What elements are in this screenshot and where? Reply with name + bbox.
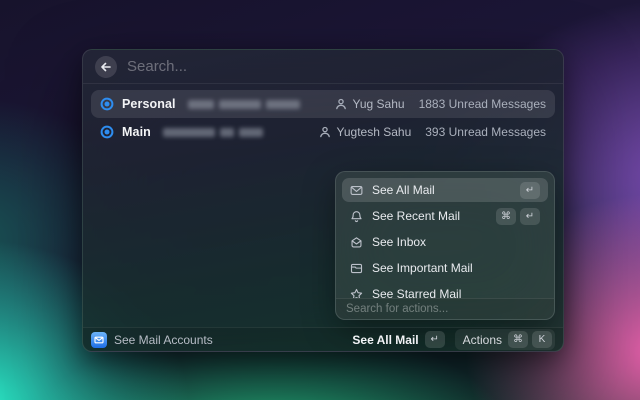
star-icon	[350, 288, 363, 299]
redacted-email	[163, 128, 263, 137]
command-key-badge: ⌘	[496, 208, 516, 225]
bell-icon	[350, 210, 363, 223]
status-bar: See Mail Accounts See All Mail ↵ Actions…	[83, 327, 563, 351]
primary-action-button[interactable]: See All Mail	[352, 333, 418, 347]
account-owner: Yug Sahu	[353, 97, 405, 111]
redacted-email	[188, 100, 300, 109]
action-see-recent-mail[interactable]: See Recent Mail ⌘ ↵	[342, 204, 548, 228]
return-key-badge: ↵	[520, 208, 540, 225]
account-dot-icon	[100, 125, 114, 139]
see-mail-accounts-label: See Mail Accounts	[114, 333, 213, 347]
person-icon	[335, 98, 347, 110]
actions-menu: See All Mail ↵ See Recent Mail ⌘ ↵	[335, 171, 555, 320]
action-label: See Recent Mail	[372, 209, 460, 223]
inbox-icon	[350, 236, 363, 249]
account-row-main[interactable]: Main Yugtesh Sahu 393 Unread Messages	[91, 118, 555, 146]
search-bar	[83, 50, 563, 83]
account-name: Main	[122, 125, 151, 139]
action-see-all-mail[interactable]: See All Mail ↵	[342, 178, 548, 202]
action-label: See Starred Mail	[372, 287, 461, 298]
k-key-badge: K	[532, 331, 552, 348]
account-dot-icon	[100, 97, 114, 111]
action-see-starred-mail[interactable]: See Starred Mail	[342, 282, 548, 298]
actions-button[interactable]: Actions ⌘ K	[455, 329, 555, 350]
action-see-important-mail[interactable]: See Important Mail	[342, 256, 548, 280]
account-meta: Yug Sahu 1883 Unread Messages	[335, 97, 546, 111]
action-label: See All Mail	[372, 183, 435, 197]
arrow-left-icon	[100, 61, 112, 73]
launcher-window: Personal Yug Sahu 1883 Unread Messages M…	[82, 49, 564, 352]
person-icon	[319, 126, 331, 138]
actions-menu-list: See All Mail ↵ See Recent Mail ⌘ ↵	[336, 172, 554, 298]
mail-app-icon	[91, 332, 107, 348]
back-button[interactable]	[95, 56, 117, 78]
account-name: Personal	[122, 97, 176, 111]
unread-count: 393 Unread Messages	[425, 125, 546, 139]
tray-icon	[350, 262, 363, 275]
return-key-badge: ↵	[425, 331, 445, 348]
return-key-badge: ↵	[520, 182, 540, 199]
account-meta: Yugtesh Sahu 393 Unread Messages	[319, 125, 546, 139]
unread-count: 1883 Unread Messages	[419, 97, 546, 111]
action-shortcut: ⌘ ↵	[496, 208, 540, 225]
action-label: See Inbox	[372, 235, 426, 249]
envelope-icon	[350, 184, 363, 197]
action-see-inbox[interactable]: See Inbox	[342, 230, 548, 254]
footer-actions: See All Mail ↵ Actions ⌘ K	[352, 329, 555, 350]
desktop-background: Personal Yug Sahu 1883 Unread Messages M…	[0, 0, 640, 400]
search-input[interactable]	[127, 58, 551, 75]
command-key-badge: ⌘	[508, 331, 528, 348]
actions-button-label: Actions	[463, 333, 502, 347]
account-list: Personal Yug Sahu 1883 Unread Messages M…	[83, 84, 563, 146]
account-row-personal[interactable]: Personal Yug Sahu 1883 Unread Messages	[91, 90, 555, 118]
actions-search-input[interactable]	[346, 303, 544, 315]
actions-search	[336, 298, 554, 319]
action-label: See Important Mail	[372, 261, 473, 275]
action-shortcut: ↵	[520, 182, 540, 199]
account-owner: Yugtesh Sahu	[337, 125, 412, 139]
